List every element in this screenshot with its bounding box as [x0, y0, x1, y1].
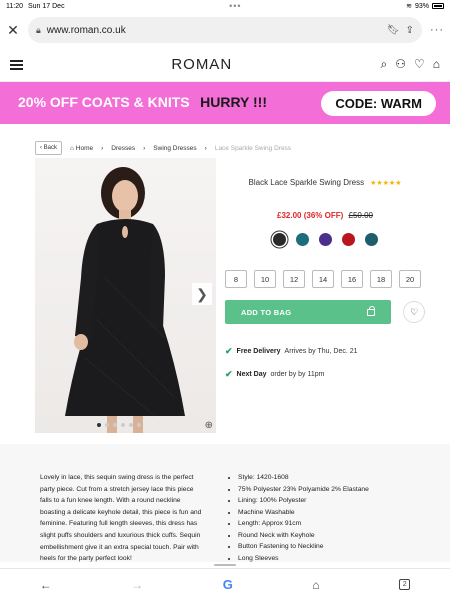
lock-icon: 🔒︎ — [36, 24, 41, 35]
pagination-dot[interactable] — [129, 423, 133, 427]
breadcrumb-swing-dresses[interactable]: Swing Dresses — [153, 145, 196, 152]
url-text[interactable]: www.roman.co.uk — [47, 25, 381, 36]
size-option[interactable]: 18 — [370, 270, 392, 288]
bookmark-icon[interactable]: 🔖︎ — [387, 25, 400, 36]
back-button[interactable]: ‹ Back — [35, 141, 63, 155]
breadcrumb-current: Lace Sparkle Swing Dress — [214, 144, 292, 152]
delivery-free: ✔ Free Delivery Arrives by Thu, Dec. 21 — [225, 346, 425, 357]
size-selector: 8 10 12 14 16 18 20 — [225, 270, 425, 288]
price-original: £50.00 — [348, 211, 373, 220]
product-section: ❯ ⊕ Black Lace Sparkle Swing Dress ★★★★★… — [0, 158, 450, 438]
zoom-icon[interactable]: ⊕ — [205, 420, 213, 431]
image-pagination — [97, 423, 141, 427]
feature-item: Round Neck with Keyhole — [238, 530, 369, 542]
check-icon: ✔ — [225, 369, 233, 379]
size-option[interactable]: 14 — [312, 270, 334, 288]
delivery-label: Next Day — [236, 371, 267, 378]
pagination-dot[interactable] — [113, 423, 117, 427]
feature-list: Style: 1420-160875% Polyester 23% Polyam… — [228, 472, 369, 562]
tabs-button[interactable]: 2 — [399, 579, 411, 590]
pagination-dot[interactable] — [137, 423, 141, 427]
check-icon: ✔ — [225, 346, 233, 356]
size-option[interactable]: 8 — [225, 270, 247, 288]
breadcrumb: ‹ Back ⌂ Home › Dresses › Swing Dresses … — [0, 124, 450, 158]
price-current: £32.00 (36% OFF) — [277, 211, 344, 220]
promo-code: CODE: WARM — [321, 90, 436, 116]
address-bar[interactable]: 🔒︎ www.roman.co.uk 🔖︎ ⇪ — [28, 17, 422, 43]
site-logo[interactable]: ROMAN — [171, 56, 232, 73]
feature-item: Long Sleeves — [238, 553, 369, 565]
status-date: Sun 17 Dec — [28, 2, 65, 10]
rating-stars[interactable]: ★★★★★ — [370, 179, 401, 187]
product-description: Lovely in lace, this sequin swing dress … — [0, 444, 450, 562]
promo-banner[interactable]: 20% OFF COATS & KNITS HURRY !!! CODE: WA… — [0, 82, 450, 124]
battery-percent: 93% — [414, 2, 429, 10]
google-icon[interactable]: G — [223, 577, 233, 592]
delivery-next-day: ✔ Next Day order by by 11pm — [225, 369, 425, 380]
breadcrumb-home[interactable]: ⌂ Home — [70, 145, 93, 152]
account-icon[interactable]: ⚇ — [395, 57, 406, 72]
battery-icon — [432, 3, 444, 9]
more-icon[interactable]: ··· — [430, 24, 444, 36]
multitask-dots[interactable]: ••• — [229, 1, 241, 10]
wishlist-button[interactable]: ♡ — [403, 301, 425, 323]
colour-swatch[interactable] — [295, 233, 309, 246]
size-option[interactable]: 20 — [399, 270, 421, 288]
delivery-detail: order by by 11pm — [270, 371, 325, 378]
browser-toolbar: ✕ 🔒︎ www.roman.co.uk 🔖︎ ⇪ ··· — [0, 12, 450, 48]
delivery-label: Free Delivery — [236, 348, 281, 355]
home-icon: ⌂ — [70, 144, 74, 152]
search-icon[interactable]: ⌕ — [380, 57, 387, 72]
description-text: Lovely in lace, this sequin swing dress … — [40, 474, 202, 563]
breadcrumb-separator: › — [101, 144, 104, 152]
feature-item: Style: 1420-1608 — [238, 472, 369, 484]
promo-hurry: HURRY !!! — [200, 94, 267, 110]
colour-swatch[interactable] — [318, 233, 332, 246]
colour-swatch[interactable] — [364, 233, 378, 246]
feature-item: 75% Polyester 23% Polyamide 2% Elastane — [238, 484, 369, 496]
share-icon[interactable]: ⇪ — [406, 25, 414, 36]
colour-swatch[interactable] — [272, 233, 286, 246]
heart-icon: ♡ — [410, 306, 419, 317]
menu-icon[interactable] — [10, 59, 23, 70]
promo-offer: 20% OFF COATS & KNITS — [18, 94, 190, 110]
price: £32.00 (36% OFF) £50.00 — [225, 211, 425, 220]
feature-item: Button Fastening to Neckline — [238, 541, 369, 553]
size-option[interactable]: 16 — [341, 270, 363, 288]
breadcrumb-dresses[interactable]: Dresses — [111, 145, 135, 152]
next-image-button[interactable]: ❯ — [192, 283, 212, 305]
status-bar: 11:20 Sun 17 Dec ••• ≋ 93% — [0, 0, 450, 12]
size-option[interactable]: 10 — [254, 270, 276, 288]
feature-item: Lining: 100% Polyester — [238, 495, 369, 507]
pagination-dot[interactable] — [105, 423, 109, 427]
browser-bottom-bar: ← → G ⌂ 2 — [0, 568, 450, 600]
scroll-handle[interactable] — [214, 564, 236, 566]
pagination-dot[interactable] — [121, 423, 125, 427]
model-illustration — [65, 167, 185, 433]
product-title: Black Lace Sparkle Swing Dress — [248, 178, 365, 187]
site-header: ROMAN ⌕ ⚇ ♡ ⌂ — [0, 48, 450, 82]
bag-icon[interactable]: ⌂ — [433, 57, 440, 72]
product-image[interactable]: ❯ ⊕ — [35, 158, 216, 433]
wishlist-icon[interactable]: ♡ — [414, 57, 425, 72]
feature-item: Length: Approx 91cm — [238, 518, 369, 530]
add-to-bag-button[interactable]: ADD TO BAG — [225, 300, 392, 324]
back-icon[interactable]: ← — [40, 578, 52, 592]
feature-item: Machine Washable — [238, 507, 369, 519]
colour-swatch[interactable] — [341, 233, 355, 246]
add-to-bag-label: ADD TO BAG — [241, 307, 292, 317]
colour-swatches — [225, 233, 425, 246]
home-icon[interactable]: ⌂ — [312, 578, 319, 592]
wifi-icon: ≋ — [406, 3, 412, 10]
product-info: Black Lace Sparkle Swing Dress ★★★★★ £32… — [225, 158, 425, 380]
bag-icon — [367, 305, 376, 316]
pagination-dot[interactable] — [97, 423, 101, 427]
delivery-detail: Arrives by Thu, Dec. 21 — [284, 348, 358, 355]
status-time: 11:20 — [6, 2, 23, 10]
forward-icon[interactable]: → — [131, 578, 143, 592]
breadcrumb-separator: › — [204, 144, 207, 152]
close-icon[interactable]: ✕ — [6, 22, 20, 39]
breadcrumb-separator: › — [143, 144, 146, 152]
size-option[interactable]: 12 — [283, 270, 305, 288]
